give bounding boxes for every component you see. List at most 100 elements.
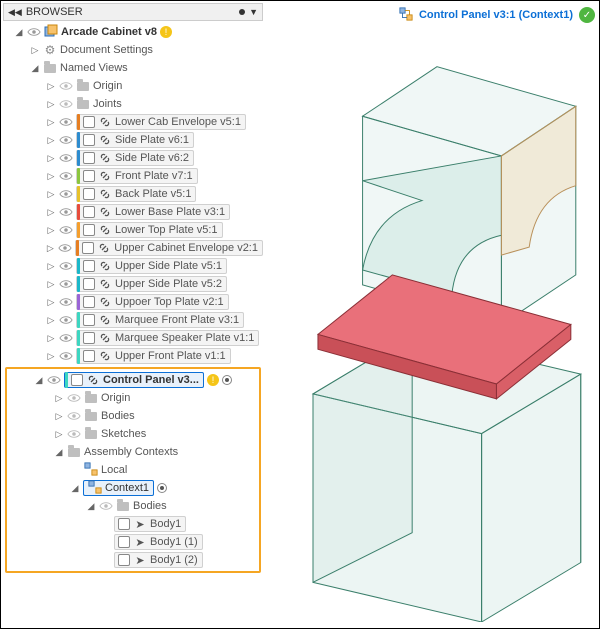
component-pill[interactable]: Uppoer Top Plate v2:1 bbox=[76, 294, 229, 310]
visibility-toggle[interactable] bbox=[59, 295, 73, 309]
tree-item-context1[interactable]: ◢ Context1 bbox=[7, 479, 259, 497]
expand-toggle[interactable]: ▷ bbox=[46, 207, 56, 218]
component-pill[interactable]: Upper Side Plate v5:2 bbox=[76, 276, 227, 292]
tree-item-named-views[interactable]: ◢ Named Views bbox=[3, 59, 263, 77]
expand-toggle[interactable]: ▷ bbox=[46, 297, 56, 308]
tree-item-joints[interactable]: ▷ Joints bbox=[3, 95, 263, 113]
activate-radio[interactable] bbox=[157, 483, 167, 493]
visibility-toggle[interactable] bbox=[59, 115, 73, 129]
expand-toggle[interactable]: ▷ bbox=[54, 429, 64, 440]
expand-toggle[interactable]: ◢ bbox=[34, 375, 44, 386]
context-pill[interactable]: Context1 bbox=[83, 480, 154, 496]
visibility-toggle[interactable] bbox=[59, 349, 73, 363]
tree-item-component[interactable]: ▷ Upper Cabinet Envelope v2:1 bbox=[3, 239, 263, 257]
tree-root[interactable]: ◢ Arcade Cabinet v8 ! bbox=[3, 23, 263, 41]
component-pill[interactable]: Front Plate v7:1 bbox=[76, 168, 198, 184]
visibility-toggle[interactable] bbox=[67, 409, 81, 423]
tree-item-component[interactable]: ▷ Lower Base Plate v3:1 bbox=[3, 203, 263, 221]
component-pill[interactable]: Lower Cab Envelope v5:1 bbox=[76, 114, 246, 130]
tree-item-control-panel[interactable]: ◢ Control Panel v3... ! bbox=[7, 371, 259, 389]
activate-radio[interactable] bbox=[222, 375, 232, 385]
tree-item-doc-settings[interactable]: ▷ ⚙ Document Settings bbox=[3, 41, 263, 59]
tree-item-component[interactable]: ▷Upper Side Plate v5:2 bbox=[3, 275, 263, 293]
tree-item-component[interactable]: ▷ Upper Side Plate v5:1 bbox=[3, 257, 263, 275]
component-pill[interactable]: Side Plate v6:1 bbox=[76, 132, 194, 148]
visibility-toggle[interactable] bbox=[59, 187, 73, 201]
expand-toggle[interactable]: ▷ bbox=[46, 117, 56, 128]
expand-toggle[interactable]: ▷ bbox=[46, 315, 56, 326]
component-pill[interactable]: Lower Base Plate v3:1 bbox=[76, 204, 230, 220]
tree-item-body[interactable]: ➤Body1 (2) bbox=[7, 551, 259, 569]
expand-toggle[interactable]: ▷ bbox=[46, 333, 56, 344]
expand-toggle[interactable]: ▷ bbox=[45, 243, 55, 254]
tree-item-component[interactable]: ▷ Uppoer Top Plate v2:1 bbox=[3, 293, 263, 311]
commit-check-icon[interactable]: ✓ bbox=[579, 7, 595, 23]
visibility-toggle[interactable] bbox=[59, 79, 73, 93]
component-pill[interactable]: Back Plate v5:1 bbox=[76, 186, 196, 202]
panel-dot-icon[interactable] bbox=[239, 9, 245, 15]
tree-item-body[interactable]: ➤Body1 (1) bbox=[7, 533, 259, 551]
browser-header[interactable]: ◀◀ BROWSER ▼ bbox=[3, 3, 263, 21]
visibility-toggle[interactable] bbox=[59, 313, 73, 327]
expand-toggle[interactable]: ◢ bbox=[30, 63, 40, 74]
component-pill[interactable]: Marquee Front Plate v3:1 bbox=[76, 312, 244, 328]
component-pill[interactable]: Upper Cabinet Envelope v2:1 bbox=[75, 240, 263, 256]
tree-item-component[interactable]: ▷ Lower Top Plate v5:1 bbox=[3, 221, 263, 239]
tree-item-assembly-contexts[interactable]: ◢ Assembly Contexts bbox=[7, 443, 259, 461]
expand-toggle[interactable]: ▷ bbox=[46, 171, 56, 182]
visibility-toggle[interactable] bbox=[58, 241, 72, 255]
expand-toggle[interactable]: ◢ bbox=[14, 27, 24, 38]
expand-toggle[interactable]: ▷ bbox=[46, 225, 56, 236]
component-pill[interactable]: Upper Side Plate v5:1 bbox=[76, 258, 227, 274]
visibility-toggle[interactable] bbox=[59, 133, 73, 147]
tree-item-component[interactable]: ▷ Upper Front Plate v1:1 bbox=[3, 347, 263, 365]
expand-toggle[interactable]: ▷ bbox=[54, 393, 64, 404]
tree-item-component[interactable]: ▷ Side Plate v6:2 bbox=[3, 149, 263, 167]
expand-toggle[interactable]: ▷ bbox=[30, 45, 40, 56]
expand-toggle[interactable]: ▷ bbox=[46, 99, 56, 110]
expand-toggle[interactable]: ▷ bbox=[46, 135, 56, 146]
active-component-label[interactable]: Control Panel v3:1 (Context1) bbox=[419, 9, 573, 21]
tree-item-component[interactable]: ▷ Lower Cab Envelope v5:1 bbox=[3, 113, 263, 131]
visibility-toggle[interactable] bbox=[59, 151, 73, 165]
expand-toggle[interactable]: ◢ bbox=[70, 483, 80, 494]
tree-item-component[interactable]: ▷ Marquee Front Plate v3:1 bbox=[3, 311, 263, 329]
body-pill[interactable]: ➤Body1 (2) bbox=[114, 552, 203, 568]
tree-item-component[interactable]: ▷ Front Plate v7:1 bbox=[3, 167, 263, 185]
expand-toggle[interactable]: ▷ bbox=[54, 411, 64, 422]
warning-icon[interactable]: ! bbox=[207, 374, 219, 386]
visibility-toggle[interactable] bbox=[67, 427, 81, 441]
component-pill[interactable]: Marquee Speaker Plate v1:1 bbox=[76, 330, 259, 346]
expand-toggle[interactable]: ▷ bbox=[46, 351, 56, 362]
warning-icon[interactable]: ! bbox=[160, 26, 172, 38]
visibility-toggle[interactable] bbox=[59, 259, 73, 273]
component-pill[interactable]: Lower Top Plate v5:1 bbox=[76, 222, 223, 238]
tree-item-component[interactable]: ▷ Back Plate v5:1 bbox=[3, 185, 263, 203]
visibility-toggle[interactable] bbox=[59, 97, 73, 111]
component-pill[interactable]: Side Plate v6:2 bbox=[76, 150, 194, 166]
visibility-toggle[interactable] bbox=[59, 277, 73, 291]
tree-item-cp-bodies[interactable]: ▷ Bodies bbox=[7, 407, 259, 425]
visibility-toggle[interactable] bbox=[47, 373, 61, 387]
expand-toggle[interactable]: ▷ bbox=[46, 189, 56, 200]
tree-item-body[interactable]: ➤Body1 bbox=[7, 515, 259, 533]
tree-item-origin[interactable]: ▷ Origin bbox=[3, 77, 263, 95]
visibility-toggle[interactable] bbox=[67, 391, 81, 405]
expand-toggle[interactable]: ◢ bbox=[86, 501, 96, 512]
component-pill[interactable]: Upper Front Plate v1:1 bbox=[76, 348, 231, 364]
tree-item-component[interactable]: ▷ Side Plate v6:1 bbox=[3, 131, 263, 149]
panel-collapse-icon[interactable]: ▼ bbox=[249, 7, 258, 17]
body-pill[interactable]: ➤Body1 bbox=[114, 516, 186, 532]
component-pill[interactable]: Control Panel v3... bbox=[64, 372, 204, 388]
tree-item-context-bodies[interactable]: ◢ Bodies bbox=[7, 497, 259, 515]
visibility-toggle[interactable] bbox=[59, 169, 73, 183]
visibility-toggle[interactable] bbox=[59, 331, 73, 345]
rewind-icon[interactable]: ◀◀ bbox=[8, 7, 22, 18]
tree-item-component[interactable]: ▷ Marquee Speaker Plate v1:1 bbox=[3, 329, 263, 347]
expand-toggle[interactable]: ▷ bbox=[46, 153, 56, 164]
expand-toggle[interactable]: ▷ bbox=[46, 261, 56, 272]
expand-toggle[interactable]: ▷ bbox=[46, 81, 56, 92]
visibility-toggle[interactable] bbox=[59, 223, 73, 237]
tree-item-cp-origin[interactable]: ▷ Origin bbox=[7, 389, 259, 407]
3d-viewport[interactable] bbox=[271, 27, 593, 622]
